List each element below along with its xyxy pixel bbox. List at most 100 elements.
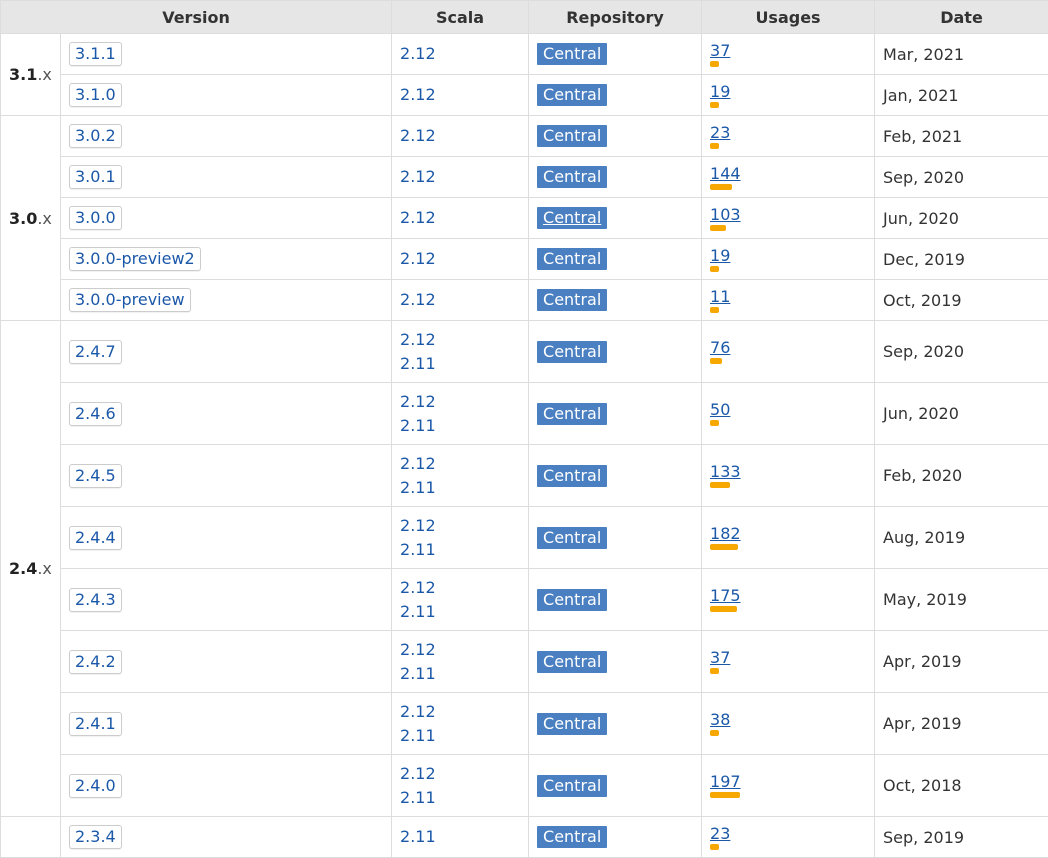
version-link[interactable]: 2.4.3 (69, 588, 122, 612)
usages-link[interactable]: 76 (710, 339, 730, 364)
scala-version-link[interactable]: 2.12 (400, 514, 528, 538)
scala-version-link[interactable]: 2.12 (400, 762, 528, 786)
usages-link[interactable]: 19 (710, 83, 730, 108)
scala-version-link[interactable]: 2.12 (400, 328, 528, 352)
scala-version-link[interactable]: 2.11 (400, 476, 528, 500)
usages-count[interactable]: 23 (710, 124, 730, 142)
usages-count[interactable]: 23 (710, 825, 730, 843)
scala-version-link[interactable]: 2.12 (400, 206, 528, 230)
version-link[interactable]: 3.0.0-preview (69, 288, 191, 312)
usages-count[interactable]: 144 (710, 165, 741, 183)
repository-badge[interactable]: Central (537, 84, 607, 106)
version-link[interactable]: 3.1.1 (69, 42, 122, 66)
repository-badge[interactable]: Central (537, 775, 607, 797)
version-link[interactable]: 2.4.0 (69, 774, 122, 798)
scala-version-link[interactable]: 2.12 (400, 83, 528, 107)
usages-link[interactable]: 182 (710, 525, 741, 550)
usages-bar (710, 730, 719, 736)
version-link[interactable]: 2.4.2 (69, 650, 122, 674)
repository-badge[interactable]: Central (537, 713, 607, 735)
table-row: 3.0.x 3.0.2 2.12 Central 23 Feb, 2021 (1, 116, 1048, 157)
repository-badge[interactable]: Central (537, 289, 607, 311)
repository-badge[interactable]: Central (537, 527, 607, 549)
scala-version-link[interactable]: 2.11 (400, 600, 528, 624)
release-date: Sep, 2020 (875, 157, 1048, 198)
scala-version-link[interactable]: 2.12 (400, 390, 528, 414)
usages-count[interactable]: 38 (710, 711, 730, 729)
usages-bar (710, 844, 719, 850)
repository-badge[interactable]: Central (537, 43, 607, 65)
usages-link[interactable]: 23 (710, 825, 730, 850)
version-link[interactable]: 2.4.7 (69, 340, 122, 364)
version-link[interactable]: 2.4.1 (69, 712, 122, 736)
version-link[interactable]: 3.0.2 (69, 124, 122, 148)
usages-count[interactable]: 197 (710, 773, 741, 791)
usages-count[interactable]: 182 (710, 525, 741, 543)
version-link[interactable]: 2.4.6 (69, 402, 122, 426)
usages-count[interactable]: 19 (710, 247, 730, 265)
header-version[interactable]: Version (1, 1, 392, 34)
repository-badge[interactable]: Central (537, 341, 607, 363)
repository-badge[interactable]: Central (537, 826, 607, 848)
usages-count[interactable]: 37 (710, 42, 730, 60)
repository-badge[interactable]: Central (537, 166, 607, 188)
header-repository[interactable]: Repository (529, 1, 702, 34)
scala-version-link[interactable]: 2.12 (400, 638, 528, 662)
usages-link[interactable]: 144 (710, 165, 741, 190)
usages-link[interactable]: 50 (710, 401, 730, 426)
version-link[interactable]: 2.4.4 (69, 526, 122, 550)
usages-link[interactable]: 11 (710, 288, 730, 313)
scala-version-link[interactable]: 2.12 (400, 700, 528, 724)
scala-version-link[interactable]: 2.11 (400, 786, 528, 810)
version-link[interactable]: 3.0.0-preview2 (69, 247, 201, 271)
repository-badge[interactable]: Central (537, 207, 607, 229)
version-link[interactable]: 2.3.4 (69, 825, 122, 849)
scala-version-link[interactable]: 2.11 (400, 825, 528, 849)
repository-badge[interactable]: Central (537, 125, 607, 147)
usages-count[interactable]: 133 (710, 463, 741, 481)
repository-badge[interactable]: Central (537, 403, 607, 425)
version-link[interactable]: 3.0.0 (69, 206, 122, 230)
scala-version-link[interactable]: 2.12 (400, 42, 528, 66)
header-usages[interactable]: Usages (702, 1, 875, 34)
usages-link[interactable]: 37 (710, 649, 730, 674)
scala-version-link[interactable]: 2.12 (400, 288, 528, 312)
usages-link[interactable]: 197 (710, 773, 741, 798)
version-group-label: 2.4 (9, 559, 37, 578)
version-link[interactable]: 2.4.5 (69, 464, 122, 488)
usages-link[interactable]: 19 (710, 247, 730, 272)
repository-badge[interactable]: Central (537, 651, 607, 673)
usages-count[interactable]: 103 (710, 206, 741, 224)
usages-link[interactable]: 23 (710, 124, 730, 149)
scala-version-link[interactable]: 2.12 (400, 124, 528, 148)
scala-version-link[interactable]: 2.12 (400, 452, 528, 476)
usages-link[interactable]: 133 (710, 463, 741, 488)
usages-count[interactable]: 19 (710, 83, 730, 101)
usages-count[interactable]: 76 (710, 339, 730, 357)
scala-version-link[interactable]: 2.12 (400, 576, 528, 600)
header-scala[interactable]: Scala (392, 1, 529, 34)
scala-version-link[interactable]: 2.12 (400, 247, 528, 271)
scala-version-link[interactable]: 2.12 (400, 165, 528, 189)
header-date[interactable]: Date (875, 1, 1048, 34)
repository-badge[interactable]: Central (537, 589, 607, 611)
scala-version-link[interactable]: 2.11 (400, 662, 528, 686)
version-link[interactable]: 3.1.0 (69, 83, 122, 107)
usages-count[interactable]: 11 (710, 288, 730, 306)
repository-badge[interactable]: Central (537, 465, 607, 487)
usages-count[interactable]: 175 (710, 587, 741, 605)
version-link[interactable]: 3.0.1 (69, 165, 122, 189)
usages-link[interactable]: 37 (710, 42, 730, 67)
usages-link[interactable]: 175 (710, 587, 741, 612)
usages-count[interactable]: 37 (710, 649, 730, 667)
scala-version-link[interactable]: 2.11 (400, 724, 528, 748)
scala-version-link[interactable]: 2.11 (400, 414, 528, 438)
usages-link[interactable]: 38 (710, 711, 730, 736)
scala-version-link[interactable]: 2.11 (400, 352, 528, 376)
version-group-label: 3.1 (9, 65, 37, 84)
usages-link[interactable]: 103 (710, 206, 741, 231)
table-header-row: Version Scala Repository Usages Date (1, 1, 1048, 34)
scala-version-link[interactable]: 2.11 (400, 538, 528, 562)
repository-badge[interactable]: Central (537, 248, 607, 270)
usages-count[interactable]: 50 (710, 401, 730, 419)
